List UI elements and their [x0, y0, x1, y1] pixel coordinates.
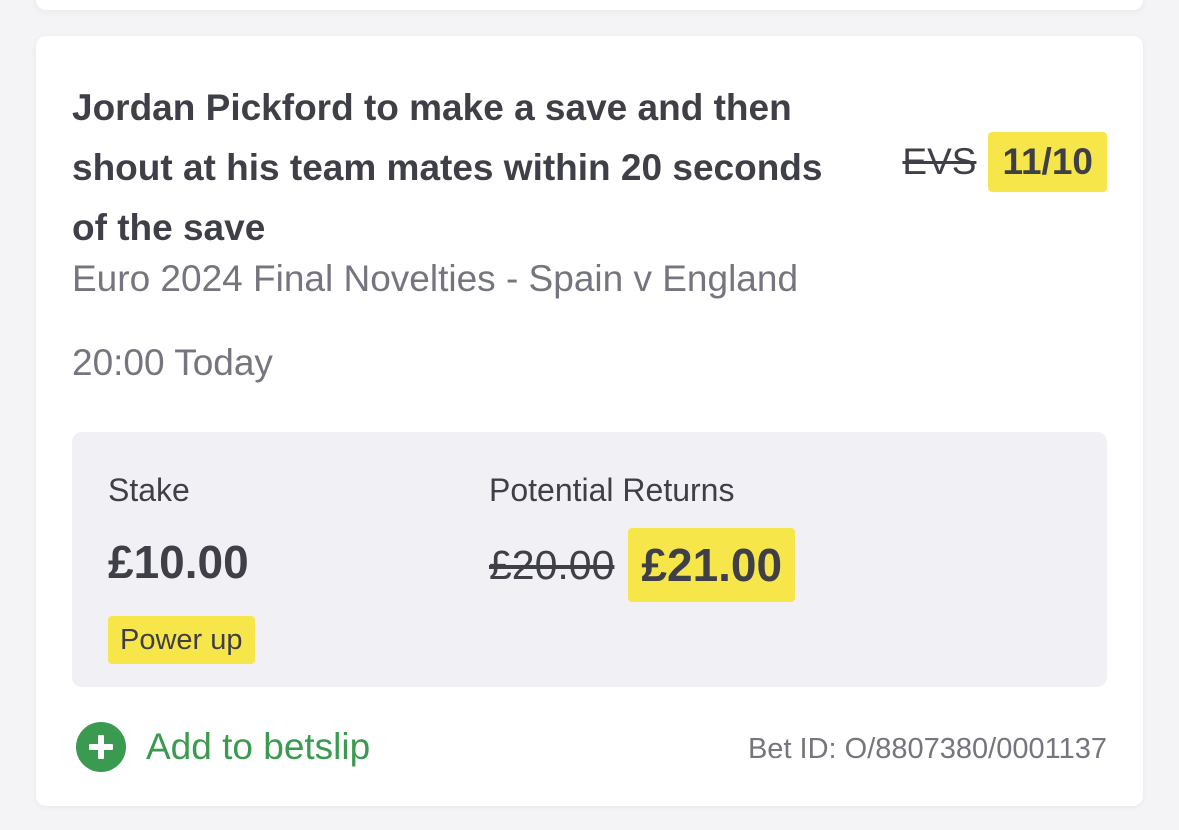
previous-card: [36, 0, 1143, 10]
odds-old: EVS: [902, 141, 977, 182]
stake-value: £10.00: [108, 536, 249, 588]
add-to-betslip-label: Add to betslip: [146, 726, 371, 767]
stake-label: Stake: [108, 472, 190, 508]
odds-boosted: 11/10: [988, 132, 1107, 192]
bet-card: Jordan Pickford to make a save and then …: [36, 36, 1143, 806]
power-up-badge: Power up: [108, 616, 255, 664]
potential-returns-label: Potential Returns: [489, 472, 735, 508]
bet-id: Bet ID: O/8807380/0001137: [747, 733, 1107, 765]
selection-title: Jordan Pickford to make a save and then …: [72, 87, 823, 248]
potential-returns: £20.00 £21.00: [489, 528, 796, 602]
event-time: 20:00 Today: [72, 342, 273, 383]
stake-panel: Stake £10.00 Power up Potential Returns …: [72, 432, 1107, 687]
returns-old-value: £20.00: [489, 541, 615, 588]
returns-boosted-value: £21.00: [628, 528, 796, 602]
plus-circle-icon: [76, 722, 126, 772]
event-name: Euro 2024 Final Novelties - Spain v Engl…: [72, 258, 799, 299]
add-to-betslip-button[interactable]: Add to betslip: [76, 722, 370, 772]
odds: EVS 11/10: [902, 132, 1107, 192]
